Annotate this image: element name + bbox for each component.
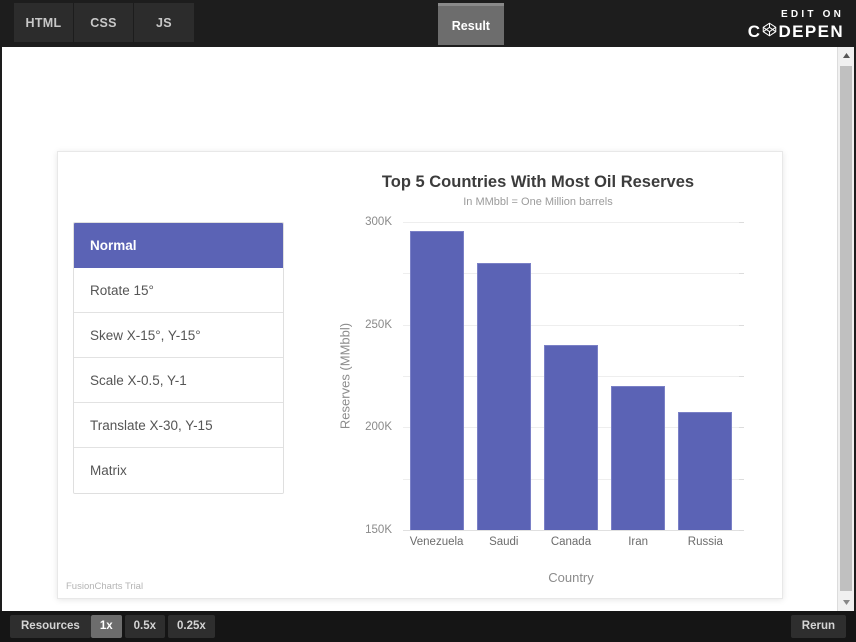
fusioncharts-column-chart: Top 5 Countries With Most Oil Reserves I… <box>303 160 773 600</box>
list-item-translate[interactable]: Translate X-30, Y-15 <box>74 403 283 448</box>
page-scrollbar[interactable] <box>837 47 854 611</box>
chart-y-tick-label: 200K <box>365 421 392 434</box>
rendered-page: Normal Rotate 15° Skew X-15°, Y-15° Scal… <box>2 47 854 611</box>
tab-result-label: Result <box>451 18 490 33</box>
chart-x-tick-label: Russia <box>687 536 723 548</box>
chart-y-tick-mark <box>739 324 744 326</box>
chart-bar-iran[interactable] <box>611 386 666 530</box>
fusioncharts-watermark: FusionCharts Trial <box>66 581 144 592</box>
brand-edit-on-label: EDIT ON <box>781 9 845 20</box>
chart-x-tick-label: Saudi <box>489 536 519 548</box>
zoom-05x-label: 0.5x <box>133 620 156 632</box>
tab-result[interactable]: Result <box>437 3 504 45</box>
chart-y-tick-mark <box>739 427 744 429</box>
list-item-scale[interactable]: Scale X-0.5, Y-1 <box>74 358 283 403</box>
list-item-normal[interactable]: Normal <box>74 223 283 268</box>
rerun-button-label: Rerun <box>801 620 835 632</box>
codepen-result-view: HTML CSS JS Result EDIT ON C DEPEN Norma… <box>0 0 856 642</box>
list-item-label: Skew X-15°, Y-15° <box>90 327 201 343</box>
scroll-up-arrow-icon[interactable] <box>838 47 854 64</box>
brand-c-letter: C <box>747 22 762 41</box>
codepen-brand[interactable]: EDIT ON C DEPEN <box>748 0 856 45</box>
tab-css-label: CSS <box>90 15 117 30</box>
list-item-label: Rotate 15° <box>90 282 154 298</box>
rerun-button[interactable]: Rerun <box>790 615 846 638</box>
list-item-matrix[interactable]: Matrix <box>74 448 283 493</box>
resources-button[interactable]: Resources <box>10 615 91 638</box>
chart-x-axis-title: Country <box>548 570 594 585</box>
tab-js-label: JS <box>156 15 172 30</box>
chart-gridline: 0K <box>403 530 744 531</box>
chart-subtitle: In MMbbl = One Million barrels <box>463 196 613 208</box>
chart-x-tick-label: Venezuela <box>409 536 464 548</box>
chart-y-tick-mark <box>739 222 744 223</box>
chart-bar-russia[interactable] <box>678 411 733 530</box>
editor-tab-group: HTML CSS JS <box>0 0 194 45</box>
chart-title: Top 5 Countries With Most Oil Reserves <box>381 173 695 191</box>
list-item-rotate[interactable]: Rotate 15° <box>74 268 283 313</box>
chart-y-tick-mark <box>739 530 744 531</box>
zoom-1x-button[interactable]: 1x <box>90 615 122 638</box>
chart-y-tick-label: 150K <box>365 524 392 536</box>
zoom-level-group: 1x 0.5x 0.25x <box>90 615 218 638</box>
chart-y-tick-mark <box>739 478 744 480</box>
tab-js[interactable]: JS <box>134 3 194 42</box>
transform-option-list: Normal Rotate 15° Skew X-15°, Y-15° Scal… <box>73 222 284 494</box>
chart-y-tick-mark <box>739 376 744 377</box>
tab-html-label: HTML <box>25 15 62 30</box>
toolbar-spacer-right <box>504 0 748 45</box>
chart-x-tick-label: Canada <box>550 536 592 548</box>
chart-bar-saudi[interactable] <box>476 263 531 530</box>
list-item-label: Translate X-30, Y-15 <box>90 417 213 433</box>
top-toolbar: HTML CSS JS Result EDIT ON C DEPEN <box>0 0 856 45</box>
list-item-label: Normal <box>90 237 137 253</box>
zoom-025x-button[interactable]: 0.25x <box>168 615 215 638</box>
tab-html[interactable]: HTML <box>14 3 74 42</box>
zoom-025x-label: 0.25x <box>177 620 206 632</box>
list-item-skew[interactable]: Skew X-15°, Y-15° <box>74 313 283 358</box>
bottom-toolbar: Resources 1x 0.5x 0.25x Rerun <box>0 611 856 642</box>
chart-y-tick-label: 250K <box>365 318 392 331</box>
demo-card: Normal Rotate 15° Skew X-15°, Y-15° Scal… <box>57 151 783 599</box>
brand-depen-letters: DEPEN <box>778 22 845 41</box>
chart-plot-area: Reserves (MMbbl) 0K50K100K150K200K250K30… <box>338 216 744 536</box>
brand-codepen-label: C DEPEN <box>748 22 844 41</box>
zoom-05x-button[interactable]: 0.5x <box>124 615 165 638</box>
toolbar-spacer-left <box>194 0 438 45</box>
chart-x-axis-labels: Venezuela Saudi Canada Iran Russia <box>403 536 739 548</box>
tab-css[interactable]: CSS <box>74 3 134 42</box>
scrollbar-thumb[interactable] <box>840 66 852 591</box>
chart-x-tick-label: Iran <box>628 536 649 548</box>
chart-y-tick-mark <box>739 273 744 275</box>
chart-bar-venezuela[interactable] <box>409 231 464 530</box>
resources-button-label: Resources <box>21 620 80 632</box>
chart-bar-group <box>403 222 739 530</box>
result-iframe-viewport: Normal Rotate 15° Skew X-15°, Y-15° Scal… <box>0 45 856 611</box>
chart-y-tick-label: 300K <box>365 216 392 228</box>
scroll-down-arrow-icon[interactable] <box>838 594 854 611</box>
chart-bar-canada[interactable] <box>543 345 598 530</box>
chart-y-axis-title: Reserves (MMbbl) <box>337 322 353 430</box>
zoom-1x-label: 1x <box>99 620 113 632</box>
codepen-logo-icon <box>762 22 777 41</box>
list-item-label: Matrix <box>90 463 127 478</box>
list-item-label: Scale X-0.5, Y-1 <box>90 372 187 388</box>
